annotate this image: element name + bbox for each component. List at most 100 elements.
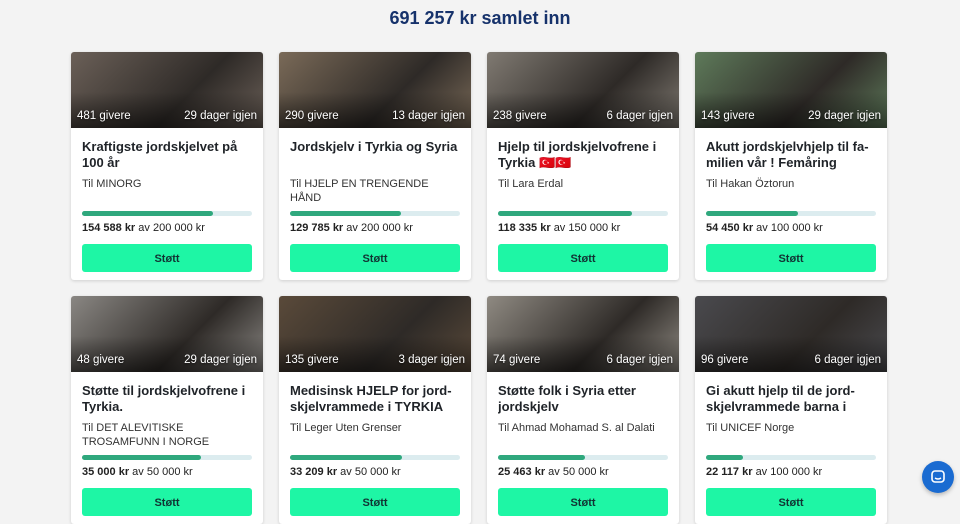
progress-bar (82, 211, 252, 216)
campaign-grid: 481 givere 29 dager igjen Kraftigste jor… (71, 52, 887, 524)
progress-bar (290, 211, 460, 216)
campaign-image[interactable]: 290 givere 13 dager igjen (279, 52, 471, 128)
campaign-recipient: Til MINORG (82, 178, 142, 190)
amount-raised: 33 209 kr av 50 000 kr (290, 466, 460, 478)
progress-bar (706, 211, 876, 216)
raised-value: 35 000 kr (82, 466, 130, 478)
days-left: 6 dager igjen (814, 354, 882, 366)
support-button[interactable]: Støtt (290, 488, 460, 516)
raised-value: 54 450 kr (706, 222, 754, 234)
amount-raised: 35 000 kr av 50 000 kr (82, 466, 252, 478)
campaign-image[interactable]: 135 givere 3 dager igjen (279, 296, 471, 372)
goal-value: av 150 000 kr (553, 222, 621, 234)
givers-count: 238 givere (493, 110, 547, 122)
raised-value: 33 209 kr (290, 466, 338, 478)
amount-raised: 22 117 kr av 100 000 kr (706, 466, 876, 478)
campaign-card[interactable]: 135 givere 3 dager igjen Medisinsk HJELP… (279, 296, 471, 524)
support-button[interactable]: Støtt (82, 488, 252, 516)
campaign-card[interactable]: 143 givere 29 dager igjen Akutt jordskje… (695, 52, 887, 280)
progress-fill (498, 211, 633, 216)
campaign-card[interactable]: 481 givere 29 dager igjen Kraftigste jor… (71, 52, 263, 280)
goal-value: av 50 000 kr (340, 466, 401, 478)
progress-fill (82, 455, 201, 460)
days-left: 29 dager igjen (184, 110, 257, 122)
givers-count: 96 givere (701, 354, 749, 366)
days-left: 6 dager igjen (606, 354, 674, 366)
days-left: 29 dager igjen (184, 354, 257, 366)
campaign-recipient: Til UNICEF Norge (706, 422, 795, 434)
campaign-title[interactable]: Gi akutt hjelp til de jord­skjelvrammede… (706, 383, 876, 415)
progress-bar (706, 455, 876, 460)
goal-value: av 100 000 kr (755, 466, 823, 478)
goal-value: av 50 000 kr (548, 466, 609, 478)
days-left: 3 dager igjen (398, 354, 466, 366)
goal-value: av 200 000 kr (346, 222, 413, 234)
raised-value: 25 463 kr (498, 466, 546, 478)
campaign-recipient: Til Ahmad Mohamad S. al Dalati (498, 422, 655, 434)
raised-value: 118 335 kr (498, 222, 551, 234)
support-button[interactable]: Støtt (290, 244, 460, 272)
amount-raised: 118 335 kr av 150 000 kr (498, 222, 668, 234)
support-button[interactable]: Støtt (706, 244, 876, 272)
givers-count: 74 givere (493, 354, 541, 366)
givers-count: 48 givere (77, 354, 125, 366)
raised-value: 22 117 kr (706, 466, 753, 478)
amount-raised: 25 463 kr av 50 000 kr (498, 466, 668, 478)
amount-raised: 129 785 kr av 200 000 kr (290, 222, 460, 234)
support-button[interactable]: Støtt (498, 244, 668, 272)
campaign-image[interactable]: 143 givere 29 dager igjen (695, 52, 887, 128)
chat-icon (931, 470, 945, 483)
givers-count: 481 givere (77, 110, 131, 122)
support-button[interactable]: Støtt (706, 488, 876, 516)
campaign-image[interactable]: 238 givere 6 dager igjen (487, 52, 679, 128)
givers-count: 290 givere (285, 110, 339, 122)
chat-button[interactable] (922, 461, 954, 493)
days-left: 13 dager igjen (392, 110, 465, 122)
campaign-image[interactable]: 48 givere 29 dager igjen (71, 296, 263, 372)
campaign-recipient: Til Lara Erdal (498, 178, 564, 190)
goal-value: av 100 000 kr (756, 222, 823, 234)
progress-bar (498, 455, 668, 460)
raised-value: 154 588 kr (82, 222, 136, 234)
campaign-title[interactable]: Jordskjelv i Tyrkia og Syria (290, 139, 460, 171)
amount-raised: 54 450 kr av 100 000 kr (706, 222, 876, 234)
campaign-image[interactable]: 74 givere 6 dager igjen (487, 296, 679, 372)
campaign-title[interactable]: Kraftigste jordskjelvet på 100 år (82, 139, 252, 171)
campaign-title[interactable]: Akutt jordskjelvhjelp til fa­milien vår … (706, 139, 876, 171)
amount-raised: 154 588 kr av 200 000 kr (82, 222, 252, 234)
progress-fill (290, 211, 401, 216)
days-left: 6 dager igjen (606, 110, 674, 122)
campaign-image[interactable]: 481 givere 29 dager igjen (71, 52, 263, 128)
raised-value: 129 785 kr (290, 222, 344, 234)
progress-fill (290, 455, 403, 460)
campaign-recipient: Til Leger Uten Grenser (290, 422, 402, 434)
campaign-card[interactable]: 96 givere 6 dager igjen Gi akutt hjelp t… (695, 296, 887, 524)
campaign-title[interactable]: Støtte folk i Syria etter jordskjelv (498, 383, 668, 415)
campaign-card[interactable]: 74 givere 6 dager igjen Støtte folk i Sy… (487, 296, 679, 524)
givers-count: 143 givere (701, 110, 755, 122)
progress-bar (82, 455, 252, 460)
campaign-recipient: Til Hakan Öztorun (706, 178, 795, 190)
campaign-card[interactable]: 238 givere 6 dager igjen Hjelp til jords… (487, 52, 679, 280)
goal-value: av 200 000 kr (138, 222, 205, 234)
campaign-image[interactable]: 96 givere 6 dager igjen (695, 296, 887, 372)
campaign-title[interactable]: Medisinsk HJELP for jord­skjelvrammede i… (290, 383, 460, 415)
support-button[interactable]: Støtt (82, 244, 252, 272)
progress-fill (82, 211, 213, 216)
campaign-recipient: Til HJELP EN TRENGENDE HÅND (290, 178, 429, 204)
goal-value: av 50 000 kr (132, 466, 193, 478)
support-button[interactable]: Støtt (498, 488, 668, 516)
progress-fill (498, 455, 585, 460)
progress-fill (706, 455, 744, 460)
givers-count: 135 givere (285, 354, 339, 366)
campaign-title[interactable]: Hjelp til jordskjelvofrene i Tyrkia 🇹🇷🇹🇷 (498, 139, 668, 171)
campaign-title[interactable]: Støtte til jordskjelvofrene i Tyrkia. (82, 383, 252, 415)
days-left: 29 dager igjen (808, 110, 881, 122)
total-raised: 691 257 kr samlet inn (389, 8, 571, 28)
campaign-recipient: Til DET ALEVITISKE TROSAMFUNN I NORGE (82, 422, 210, 448)
progress-fill (706, 211, 798, 216)
campaign-card[interactable]: 48 givere 29 dager igjen Støtte til jord… (71, 296, 263, 524)
progress-bar (498, 211, 668, 216)
progress-bar (290, 455, 460, 460)
campaign-card[interactable]: 290 givere 13 dager igjen Jordskjelv i T… (279, 52, 471, 280)
